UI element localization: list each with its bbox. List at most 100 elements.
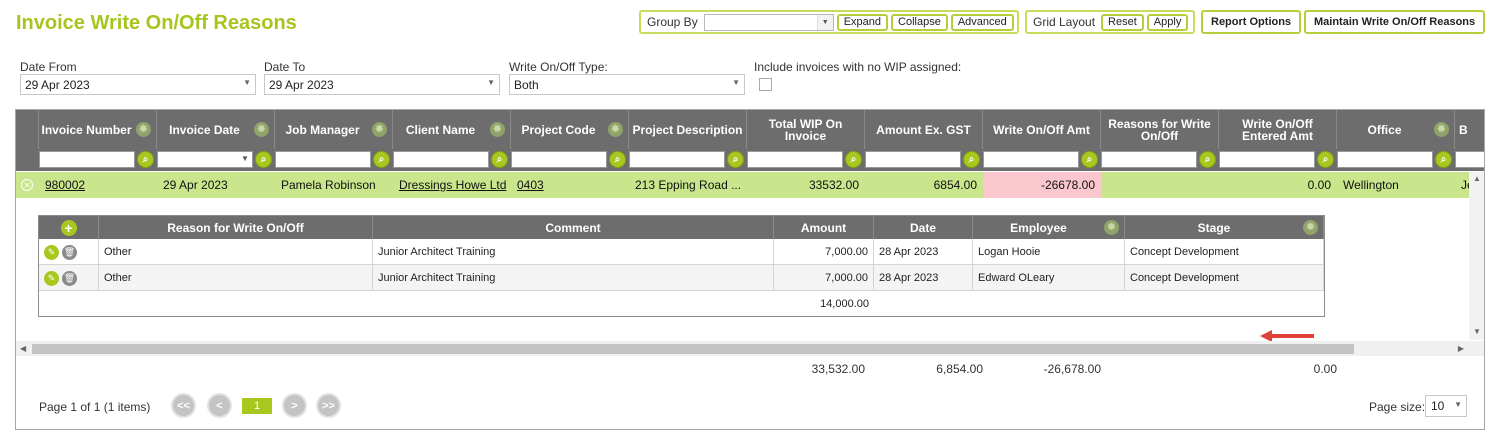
- cell-invoice-number[interactable]: 980002: [39, 172, 157, 198]
- detail-header-employee[interactable]: Employee ✹: [973, 216, 1125, 239]
- search-icon[interactable]: ⌕: [1435, 151, 1452, 168]
- filter-write-amt[interactable]: [983, 151, 1079, 168]
- chevron-left-icon[interactable]: ◀: [20, 344, 26, 353]
- total-amount-ex-gst: 6,854.00: [936, 362, 983, 376]
- report-options-button[interactable]: Report Options: [1201, 10, 1302, 34]
- cell-write-amt: -26678.00: [983, 172, 1101, 198]
- filter-project-description[interactable]: [629, 151, 725, 168]
- detail-header-date[interactable]: Date: [874, 216, 973, 239]
- table-row[interactable]: ✕ 980002 29 Apr 2023 Pamela Robinson Dre…: [16, 172, 1484, 198]
- date-to-select[interactable]: 29 Apr 2023 ▼: [264, 74, 500, 95]
- current-page[interactable]: 1: [242, 398, 272, 414]
- filter-office[interactable]: [1337, 151, 1433, 168]
- filter-reasons[interactable]: [1101, 151, 1197, 168]
- first-page-button[interactable]: <<: [171, 393, 196, 418]
- chevron-right-icon[interactable]: ▶: [1458, 344, 1464, 353]
- expand-button[interactable]: Expand: [836, 13, 889, 31]
- horizontal-scrollbar[interactable]: ◀ ▶: [16, 341, 1484, 356]
- header-b[interactable]: B: [1455, 110, 1484, 149]
- next-page-button[interactable]: >: [282, 393, 307, 418]
- header-invoice-number[interactable]: Invoice Number ✹: [39, 110, 157, 149]
- header-write-amt[interactable]: Write On/Off Amt: [983, 110, 1101, 149]
- gear-icon[interactable]: ✹: [608, 122, 623, 137]
- detail-header-comment[interactable]: Comment: [373, 216, 774, 239]
- add-icon[interactable]: +: [60, 219, 77, 236]
- filter-job-manager[interactable]: [275, 151, 371, 168]
- grid-layout-label: Grid Layout: [1033, 15, 1096, 29]
- gear-icon[interactable]: ✹: [1303, 220, 1318, 235]
- last-page-button[interactable]: >>: [316, 393, 341, 418]
- header-invoice-date[interactable]: Invoice Date ✹: [157, 110, 275, 149]
- search-icon[interactable]: ⌕: [1081, 151, 1098, 168]
- header-reasons[interactable]: Reasons for Write On/Off: [1101, 110, 1219, 149]
- filter-entered-amt[interactable]: [1219, 151, 1315, 168]
- filter-invoice-number[interactable]: [39, 151, 135, 168]
- advanced-button[interactable]: Advanced: [950, 13, 1014, 31]
- detail-header-stage[interactable]: Stage ✹: [1125, 216, 1324, 239]
- invoice-number-link[interactable]: 980002: [45, 178, 85, 192]
- project-code-link[interactable]: 0403: [517, 178, 544, 192]
- header-project-description[interactable]: Project Description: [629, 110, 747, 149]
- chevron-down-icon[interactable]: ▼: [1473, 327, 1481, 336]
- filter-b[interactable]: [1455, 151, 1484, 168]
- search-icon[interactable]: ⌕: [963, 151, 980, 168]
- detail-header-reason[interactable]: Reason for Write On/Off: [99, 216, 373, 239]
- search-icon[interactable]: ⌕: [255, 151, 272, 168]
- gear-icon[interactable]: ✹: [1434, 122, 1449, 137]
- filter-client-name[interactable]: [393, 151, 489, 168]
- filter-amount-ex-gst[interactable]: [865, 151, 961, 168]
- chevron-down-icon[interactable]: ▼: [241, 154, 249, 163]
- filter-invoice-date[interactable]: [157, 151, 253, 168]
- header-job-manager[interactable]: Job Manager ✹: [275, 110, 393, 149]
- filter-project-code[interactable]: [511, 151, 607, 168]
- gear-icon[interactable]: ✹: [372, 122, 387, 137]
- search-icon[interactable]: ⌕: [1317, 151, 1334, 168]
- reset-button[interactable]: Reset: [1101, 13, 1144, 31]
- search-icon[interactable]: ⌕: [137, 151, 154, 168]
- gear-icon[interactable]: ✹: [254, 122, 269, 137]
- detail-row[interactable]: ✎ 🗑 Other Junior Architect Training 7,00…: [39, 239, 1324, 265]
- header-client-name[interactable]: Client Name ✹: [393, 110, 511, 149]
- search-icon[interactable]: ⌕: [845, 151, 862, 168]
- header-label: Project Description: [632, 122, 743, 137]
- delete-icon[interactable]: 🗑: [62, 270, 77, 286]
- detail-row[interactable]: ✎ 🗑 Other Junior Architect Training 7,00…: [39, 265, 1324, 291]
- prev-page-button[interactable]: <: [207, 393, 232, 418]
- header-label: B: [1459, 122, 1468, 137]
- page-size-select[interactable]: 10 ▼: [1425, 395, 1467, 417]
- search-icon[interactable]: ⌕: [1199, 151, 1216, 168]
- edit-icon[interactable]: ✎: [44, 270, 59, 286]
- search-icon[interactable]: ⌕: [373, 151, 390, 168]
- detail-header-label: Stage: [1197, 220, 1231, 235]
- header-office[interactable]: Office ✹: [1337, 110, 1455, 149]
- edit-icon[interactable]: ✎: [44, 244, 59, 260]
- include-checkbox[interactable]: [759, 78, 772, 91]
- gear-icon[interactable]: ✹: [136, 122, 151, 137]
- row-collapse-toggle[interactable]: ✕: [16, 172, 39, 198]
- client-name-link[interactable]: Dressings Howe Ltd: [399, 178, 506, 192]
- gear-icon[interactable]: ✹: [1104, 220, 1119, 235]
- search-icon[interactable]: ⌕: [609, 151, 626, 168]
- collapse-button[interactable]: Collapse: [891, 13, 948, 31]
- vertical-scrollbar[interactable]: ▲ ▼: [1469, 172, 1484, 340]
- search-icon[interactable]: ⌕: [491, 151, 508, 168]
- cell-client-name[interactable]: Dressings Howe Ltd: [393, 172, 511, 198]
- cell-amount-ex-gst: 6854.00: [933, 178, 977, 192]
- header-amount-ex-gst[interactable]: Amount Ex. GST: [865, 110, 983, 149]
- delete-icon[interactable]: 🗑: [62, 244, 77, 260]
- horizontal-scroll-thumb[interactable]: [32, 344, 1354, 354]
- header-entered-amt[interactable]: Write On/Off Entered Amt: [1219, 110, 1337, 149]
- header-total-wip[interactable]: Total WIP On Invoice: [747, 110, 865, 149]
- chevron-up-icon[interactable]: ▲: [1473, 174, 1481, 183]
- type-select[interactable]: Both ▼: [509, 74, 745, 95]
- gear-icon[interactable]: ✹: [490, 122, 505, 137]
- group-by-select[interactable]: ▼: [703, 13, 834, 31]
- maintain-reasons-button[interactable]: Maintain Write On/Off Reasons: [1304, 10, 1486, 34]
- search-icon[interactable]: ⌕: [727, 151, 744, 168]
- apply-button[interactable]: Apply: [1146, 13, 1189, 31]
- header-project-code[interactable]: Project Code ✹: [511, 110, 629, 149]
- date-from-select[interactable]: 29 Apr 2023 ▼: [20, 74, 256, 95]
- detail-header-amount[interactable]: Amount: [774, 216, 874, 239]
- cell-project-code[interactable]: 0403: [511, 172, 629, 198]
- filter-total-wip[interactable]: [747, 151, 843, 168]
